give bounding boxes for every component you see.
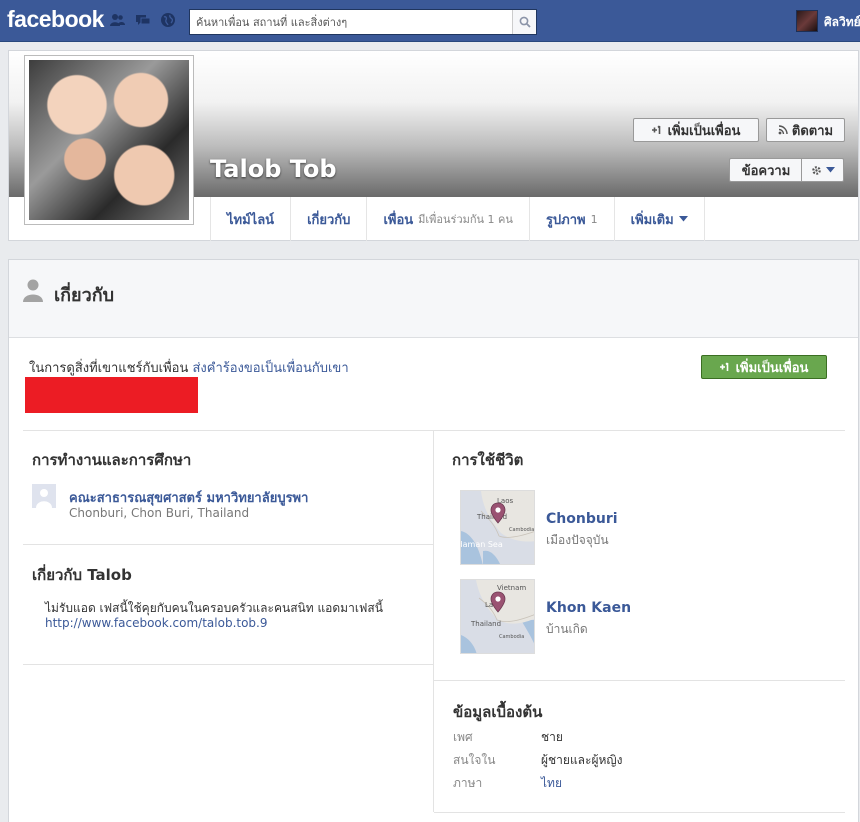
add-friend-button[interactable]: เพิ่มเป็นเพื่อน bbox=[633, 118, 759, 142]
map-thumbnail: Laos Thailand Cambodia Andaman Sea bbox=[461, 491, 534, 564]
info-label-interested-in: สนใจใน bbox=[453, 753, 496, 767]
user-name-link[interactable]: ศิลวิทย์ bbox=[824, 13, 860, 32]
gear-icon bbox=[811, 165, 821, 175]
search-box bbox=[189, 9, 537, 35]
tab-friends[interactable]: เพื่อน มีเพื่อนร่วมกัน 1 คน bbox=[366, 197, 529, 241]
tab-friends-label: เพื่อน bbox=[383, 212, 414, 228]
add-friend-green-button[interactable]: เพิ่มเป็นเพื่อน bbox=[701, 355, 827, 379]
profile-header: Talob Tob เพิ่มเป็นเพื่อน ติดตาม ข้อความ… bbox=[8, 50, 859, 241]
messages-icon[interactable] bbox=[135, 12, 151, 28]
tab-more-label: เพิ่มเติม bbox=[630, 212, 674, 228]
rss-follow-icon bbox=[778, 125, 788, 135]
tab-timeline-label: ไทม์ไลน์ bbox=[227, 212, 275, 228]
divider bbox=[434, 812, 845, 813]
user-avatar[interactable] bbox=[796, 10, 818, 32]
workplace-link[interactable]: คณะสาธารณสุขศาสตร์ มหาวิทยาลัยบูรพา bbox=[69, 487, 308, 508]
message-label: ข้อความ bbox=[741, 163, 791, 179]
profile-tabs: ไทม์ไลน์ เกี่ยวกับ เพื่อน มีเพื่อนร่วมกั… bbox=[210, 197, 705, 241]
divider bbox=[23, 664, 433, 665]
place-khon-kaen-link[interactable]: Khon Kaen bbox=[546, 600, 631, 616]
friend-request-notice: ในการดูสิ่งที่เขาแชร์กับเพื่อน ส่งคำร้อง… bbox=[29, 357, 349, 378]
info-value-interested-in: ผู้ชายและผู้หญิง bbox=[541, 753, 623, 767]
about-title: เกี่ยวกับ bbox=[54, 285, 115, 306]
info-label-languages: ภาษา bbox=[453, 776, 483, 790]
person-icon bbox=[23, 279, 43, 302]
profile-photo-image bbox=[29, 60, 189, 220]
map-chonburi[interactable]: Laos Thailand Cambodia Andaman Sea bbox=[460, 490, 535, 565]
tab-photos-count: 1 bbox=[590, 212, 598, 226]
settings-dropdown-button[interactable] bbox=[801, 158, 844, 182]
add-friend-green-label: เพิ่มเป็นเพื่อน bbox=[735, 360, 809, 376]
profile-name[interactable]: Talob Tob bbox=[210, 155, 337, 183]
place-chonburi-sub: เมืองปัจจุบัน bbox=[546, 533, 609, 547]
bio-link[interactable]: http://www.facebook.com/talob.tob.9 bbox=[45, 616, 268, 630]
add-friend-icon bbox=[719, 362, 728, 371]
info-label-gender: เพศ bbox=[453, 730, 473, 744]
work-section-title: การทำงานและการศึกษา bbox=[32, 451, 192, 469]
chevron-down-icon bbox=[678, 216, 688, 222]
basic-info-title: ข้อมูลเบื้องต้น bbox=[453, 703, 543, 721]
add-friend-icon bbox=[651, 125, 660, 134]
about-card: เกี่ยวกับ ในการดูสิ่งที่เขาแชร์กับเพื่อน… bbox=[8, 259, 859, 822]
chevron-down-icon bbox=[825, 167, 835, 173]
message-button[interactable]: ข้อความ bbox=[729, 158, 802, 182]
tab-more[interactable]: เพิ่มเติม bbox=[613, 197, 705, 241]
profile-picture[interactable] bbox=[24, 55, 194, 225]
notifications-globe-icon[interactable] bbox=[160, 12, 176, 28]
facebook-logo[interactable]: facebook bbox=[7, 6, 104, 33]
divider bbox=[23, 430, 845, 431]
bio-section-title: เกี่ยวกับ Talob bbox=[32, 566, 132, 584]
follow-button[interactable]: ติดตาม bbox=[766, 118, 845, 142]
friend-requests-icon[interactable] bbox=[109, 12, 125, 28]
tab-photos-label: รูปภาพ bbox=[545, 212, 586, 228]
tab-about-label: เกี่ยวกับ bbox=[307, 212, 351, 228]
workplace-location: Chonburi, Chon Buri, Thailand bbox=[69, 506, 250, 520]
top-bar: facebook ศิลวิทย์ bbox=[0, 0, 860, 42]
divider bbox=[434, 680, 845, 681]
tab-photos[interactable]: รูปภาพ 1 bbox=[528, 197, 614, 241]
tab-timeline[interactable]: ไทม์ไลน์ bbox=[210, 197, 290, 241]
map-label: Thailand bbox=[470, 620, 501, 628]
add-friend-label: เพิ่มเป็นเพื่อน bbox=[667, 123, 741, 139]
map-khon-kaen[interactable]: Vietnam Laos Thailand Cambodia bbox=[460, 579, 535, 654]
about-header: เกี่ยวกับ bbox=[9, 260, 858, 338]
map-thumbnail: Vietnam Laos Thailand Cambodia bbox=[461, 580, 534, 653]
map-label: Cambodia bbox=[509, 527, 534, 533]
column-divider bbox=[433, 430, 434, 812]
place-khon-kaen-sub: บ้านเกิด bbox=[546, 622, 588, 636]
map-label: Cambodia bbox=[499, 634, 524, 640]
info-value-languages-link[interactable]: ไทย bbox=[541, 774, 562, 793]
tab-about[interactable]: เกี่ยวกับ bbox=[290, 197, 366, 241]
map-label: Andaman Sea bbox=[461, 540, 503, 549]
info-value-gender: ชาย bbox=[541, 730, 563, 744]
map-label: Vietnam bbox=[497, 584, 526, 592]
search-button[interactable] bbox=[512, 10, 536, 34]
workplace-placeholder-icon[interactable] bbox=[32, 484, 56, 508]
notice-text: ในการดูสิ่งที่เขาแชร์กับเพื่อน bbox=[29, 361, 189, 376]
search-input[interactable] bbox=[190, 10, 512, 34]
place-chonburi-link[interactable]: Chonburi bbox=[546, 511, 618, 527]
follow-label: ติดตาม bbox=[791, 123, 834, 139]
send-friend-request-link[interactable]: ส่งคำร้องขอเป็นเพื่อนกับเขา bbox=[192, 361, 348, 376]
divider bbox=[23, 544, 433, 545]
tab-friends-count: มีเพื่อนร่วมกัน 1 คน bbox=[418, 213, 513, 226]
places-section-title: การใช้ชีวิต bbox=[452, 451, 524, 469]
search-icon bbox=[519, 16, 531, 28]
redaction-box bbox=[25, 377, 198, 413]
